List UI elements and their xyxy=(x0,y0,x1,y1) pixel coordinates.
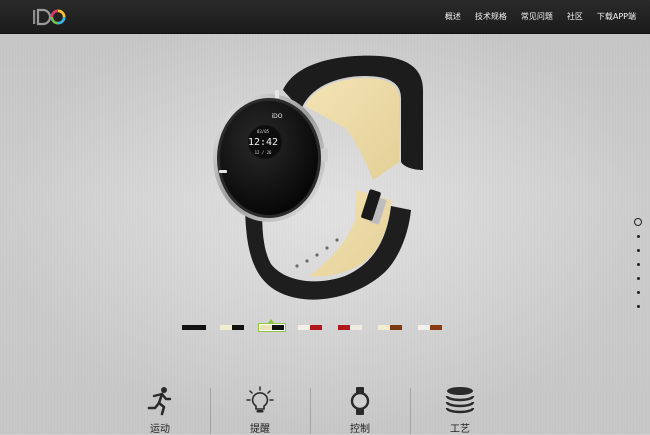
watch-time-text: 12:42 xyxy=(248,137,278,148)
feature-control[interactable]: 控制 xyxy=(310,380,410,435)
top-navigation-bar: 概述 技术规格 常见问题 社区 下载APP端 xyxy=(0,0,650,34)
feature-label: 控制 xyxy=(350,424,370,435)
nav-item-specs[interactable]: 技术规格 xyxy=(475,11,507,22)
watch-icon xyxy=(350,387,370,415)
color-swatch-white-brown[interactable] xyxy=(418,325,442,330)
swatch-color-b xyxy=(194,325,206,330)
running-icon xyxy=(147,387,172,416)
color-swatch-red-white[interactable] xyxy=(338,325,362,330)
nav-item-community[interactable]: 社区 xyxy=(567,11,583,22)
smartwatch-product-image: iDO 03/05 12:42 12 / 26 xyxy=(213,55,423,300)
feature-bar: 运动 提醒 控制 工艺 xyxy=(110,380,530,435)
layers-icon xyxy=(445,387,475,414)
feature-label: 运动 xyxy=(150,424,170,435)
swatch-color-a xyxy=(182,325,194,330)
selected-caret-icon xyxy=(268,319,274,323)
feature-sport[interactable]: 运动 xyxy=(110,380,210,435)
color-swatch-black[interactable] xyxy=(182,325,206,330)
lightbulb-icon xyxy=(246,386,274,413)
watch-brand-text: iDO xyxy=(271,113,282,120)
watch-date-text: 03/05 xyxy=(257,129,270,134)
nav-item-download-app[interactable]: 下载APP端 xyxy=(597,11,636,22)
feature-reminder[interactable]: 提醒 xyxy=(210,380,310,435)
feature-label: 工艺 xyxy=(450,424,470,435)
color-swatch-cream-brown[interactable] xyxy=(378,325,402,330)
nav-item-faq[interactable]: 常见问题 xyxy=(521,11,553,22)
page-dot[interactable] xyxy=(637,277,640,280)
color-swatch-cream-black[interactable] xyxy=(220,325,244,330)
feature-craft[interactable]: 工艺 xyxy=(410,380,510,435)
watch-day-text: 12 / 26 xyxy=(255,150,272,155)
feature-label: 提醒 xyxy=(250,424,270,435)
page-indicator xyxy=(634,218,644,308)
page-dot[interactable] xyxy=(637,235,640,238)
page-dot[interactable] xyxy=(637,249,640,252)
page-dot[interactable] xyxy=(637,305,640,308)
page-dot[interactable] xyxy=(637,263,640,266)
main-nav: 概述 技术规格 常见问题 社区 下载APP端 xyxy=(445,0,636,33)
color-swatch-white-red[interactable] xyxy=(298,325,322,330)
page-dot[interactable] xyxy=(637,291,640,294)
color-options xyxy=(180,319,450,337)
color-swatch-selected[interactable] xyxy=(258,319,286,332)
nav-item-overview[interactable]: 概述 xyxy=(445,11,461,22)
page-dot-active[interactable] xyxy=(634,218,642,226)
ido-logo[interactable] xyxy=(32,7,68,27)
